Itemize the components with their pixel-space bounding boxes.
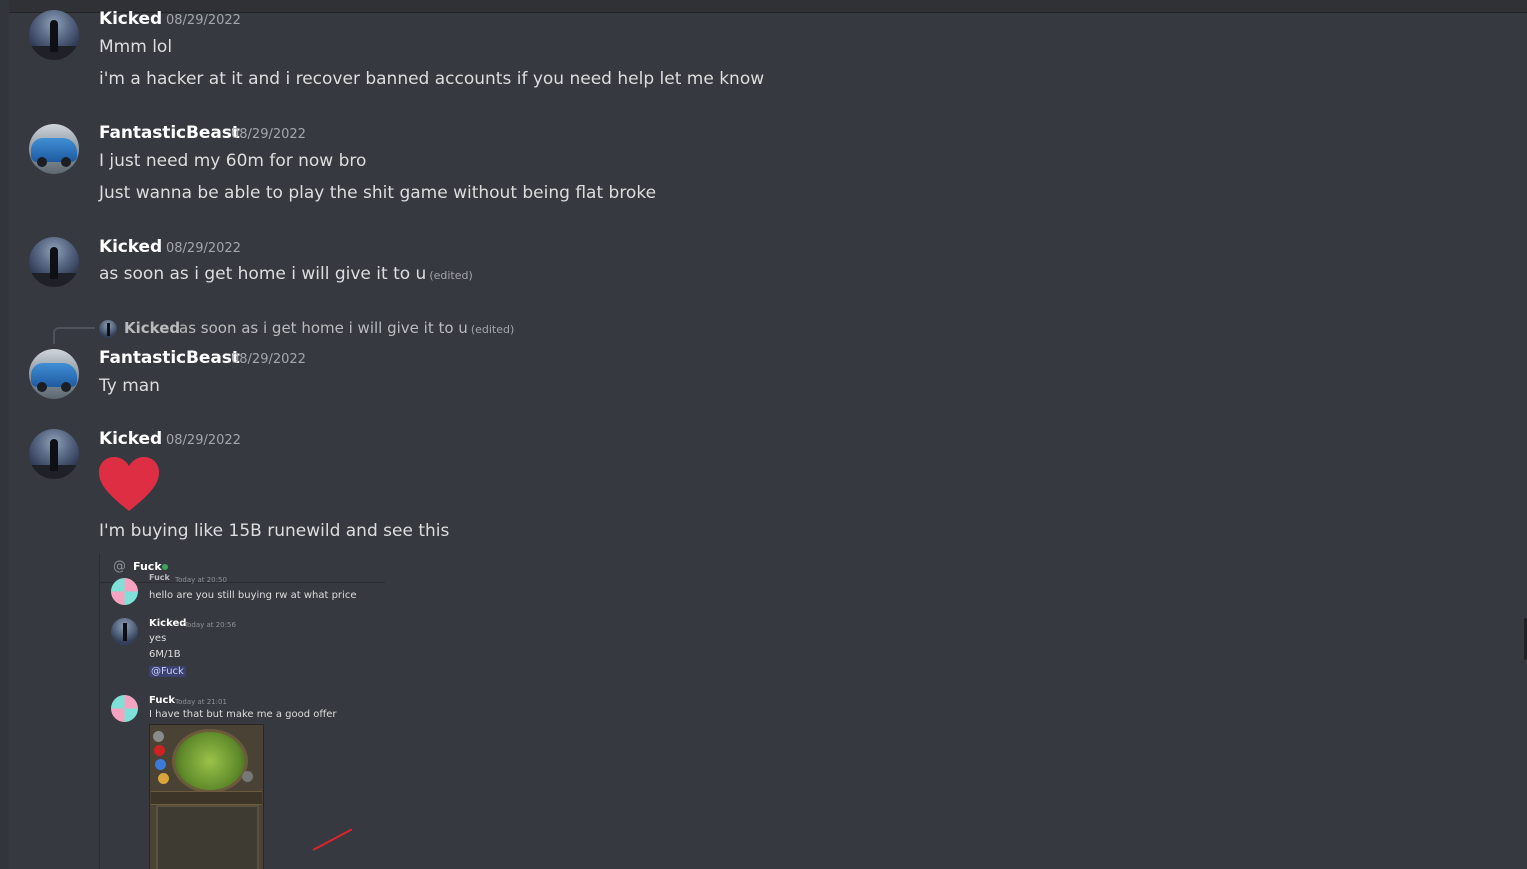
edited-marker: (edited) [470,323,515,336]
message-text: as soon as i get home i will give it to … [99,264,473,284]
message-text: i'm a hacker at it and i recover banned … [99,69,765,89]
orb-icon [242,771,253,782]
message-text: I just need my 60m for now bro [99,151,367,171]
message-text: 6M/1B [149,649,181,660]
timestamp: 08/29/2022 [166,433,241,448]
edited-marker: (edited) [429,269,473,282]
message-text: I have that but make me a good offer [149,709,337,720]
reply-author[interactable]: Kicked [124,319,180,337]
message-body: as soon as i get home i will give it to … [99,264,427,284]
timestamp: 08/29/2022 [231,127,306,142]
top-bar [0,0,1527,13]
mention-chip: @Fuck [149,666,186,677]
dm-header: @ Fuck [100,554,385,583]
username[interactable]: Kicked [99,429,162,449]
message-text: I'm buying like 15B runewild and see thi… [99,521,450,541]
timestamp: Today at 21:01 [175,698,227,706]
inventory-panel [156,805,259,869]
timestamp: 08/29/2022 [166,13,241,28]
at-icon: @ [113,559,126,574]
orb-icon [158,773,169,784]
game-screenshot [149,724,264,869]
left-edge [0,0,9,869]
timestamp: Today at 20:56 [184,621,236,629]
username[interactable]: FantasticBeast [99,348,240,368]
author: Fuck [149,573,170,582]
reply-preview[interactable]: as soon as i get home i will give it to … [179,319,514,337]
avatar-kicked[interactable] [29,429,79,479]
image-attachment[interactable]: @ Fuck Fuck Today at 20:50 hello are you… [99,554,385,869]
message-text: hello are you still buying rw at what pr… [149,590,357,601]
dm-name: Fuck [133,560,162,573]
timestamp: 08/29/2022 [231,352,306,367]
tab-bar [151,791,262,805]
reply-preview-text: as soon as i get home i will give it to … [179,319,468,337]
message-text: Just wanna be able to play the shit game… [99,183,657,203]
reply-avatar[interactable] [99,320,117,338]
orb-icon [153,731,164,742]
mention: @Fuck [149,666,186,677]
online-status-icon [162,564,168,570]
timestamp: Today at 20:50 [175,576,227,584]
author: Kicked [149,618,187,629]
avatar-fantasticbeast[interactable] [29,124,79,174]
avatar-kicked[interactable] [29,10,79,60]
message-text: yes [149,633,167,644]
avatar [111,618,138,645]
avatar [111,695,138,722]
author: Fuck [149,695,176,706]
minimap [172,729,248,793]
avatar-fantasticbeast[interactable] [29,349,79,399]
message-text: Mmm lol [99,37,173,57]
message-text: Ty man [99,376,160,396]
username[interactable]: Kicked [99,9,162,29]
heart-emoji [99,457,159,511]
username[interactable]: FantasticBeast [99,123,240,143]
timestamp: 08/29/2022 [166,241,241,256]
username[interactable]: Kicked [99,237,162,257]
orb-icon [155,759,166,770]
avatar-kicked[interactable] [29,237,79,287]
orb-icon [154,745,165,756]
avatar [111,578,138,605]
reply-connector [53,327,95,344]
